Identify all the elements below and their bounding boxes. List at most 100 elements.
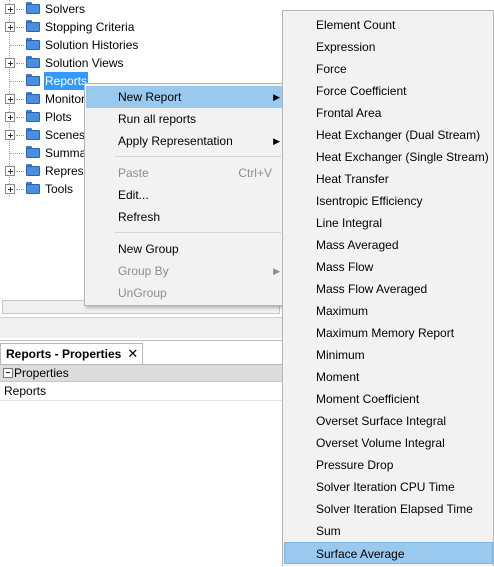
- submenu-item-solver-iteration-elapsed-time[interactable]: Solver Iteration Elapsed Time: [284, 498, 493, 520]
- context-menu: New Report ▶ Run all reports Apply Repre…: [84, 83, 286, 306]
- menu-separator: [115, 232, 281, 233]
- folder-icon: [26, 38, 40, 50]
- submenu-item-element-count[interactable]: Element Count: [284, 14, 493, 36]
- expand-icon[interactable]: [5, 58, 15, 68]
- tab-reports-properties[interactable]: Reports - Properties ✕: [0, 343, 144, 364]
- submenu-item-mass-flow[interactable]: Mass Flow: [284, 256, 493, 278]
- menu-item-apply-representation[interactable]: Apply Representation ▶: [86, 130, 284, 152]
- submenu-item-force[interactable]: Force: [284, 58, 493, 80]
- submenu-item-isentropic-efficiency[interactable]: Isentropic Efficiency: [284, 190, 493, 212]
- submenu-item-label: Solver Iteration CPU Time: [316, 480, 455, 494]
- submenu-item-pressure-drop[interactable]: Pressure Drop: [284, 454, 493, 476]
- menu-item-refresh[interactable]: Refresh: [86, 206, 284, 228]
- submenu-item-label: Mass Flow Averaged: [316, 282, 428, 296]
- folder-icon: [26, 146, 40, 158]
- folder-icon: [26, 56, 40, 68]
- tree-item-label: Plots: [45, 110, 72, 124]
- folder-icon: [26, 110, 40, 122]
- collapse-icon[interactable]: [3, 368, 13, 378]
- new-report-submenu: Element Count Expression Force Force Coe…: [282, 10, 494, 566]
- menu-item-label: Edit...: [118, 188, 149, 202]
- tree-item-label: Solution Histories: [45, 38, 139, 52]
- expand-icon[interactable]: [5, 184, 15, 194]
- submenu-item-expression[interactable]: Expression: [284, 36, 493, 58]
- close-icon[interactable]: ✕: [127, 346, 138, 361]
- folder-icon: [26, 92, 40, 104]
- tree-item-label: Solvers: [45, 2, 86, 16]
- submenu-item-maximum[interactable]: Maximum: [284, 300, 493, 322]
- submenu-item-label: Line Integral: [316, 216, 383, 230]
- menu-item-new-group[interactable]: New Group: [86, 238, 284, 260]
- submenu-item-sum[interactable]: Sum: [284, 520, 493, 542]
- submenu-item-surface-average[interactable]: Surface Average: [284, 542, 493, 564]
- submenu-item-label: Force: [316, 62, 347, 76]
- menu-item-label: Group By: [118, 264, 169, 278]
- submenu-item-overset-surface-integral[interactable]: Overset Surface Integral: [284, 410, 493, 432]
- properties-section-header[interactable]: Properties: [0, 364, 282, 382]
- expand-icon[interactable]: [5, 94, 15, 104]
- submenu-item-label: Force Coefficient: [316, 84, 407, 98]
- submenu-item-label: Sum: [316, 524, 341, 538]
- chevron-right-icon: ▶: [273, 136, 280, 146]
- folder-icon: [26, 182, 40, 194]
- submenu-item-label: Heat Exchanger (Dual Stream): [316, 128, 481, 142]
- tree-item-solution-views[interactable]: Solution Views: [0, 54, 282, 72]
- submenu-item-moment-coefficient[interactable]: Moment Coefficient: [284, 388, 493, 410]
- menu-item-paste[interactable]: Paste Ctrl+V: [86, 162, 284, 184]
- submenu-item-moment[interactable]: Moment: [284, 366, 493, 388]
- menu-item-group-by[interactable]: Group By ▶: [86, 260, 284, 282]
- tree-footer-band: [0, 317, 282, 338]
- submenu-item-mass-averaged[interactable]: Mass Averaged: [284, 234, 493, 256]
- tree-item-label: Scenes: [45, 128, 86, 142]
- submenu-item-maximum-memory-report[interactable]: Maximum Memory Report: [284, 322, 493, 344]
- expand-icon[interactable]: [5, 166, 15, 176]
- submenu-item-label: Mass Flow: [316, 260, 374, 274]
- submenu-item-solver-iteration-cpu-time[interactable]: Solver Iteration CPU Time: [284, 476, 493, 498]
- submenu-item-label: Maximum Memory Report: [316, 326, 455, 340]
- expand-icon[interactable]: [5, 22, 15, 32]
- tree-item-label: Solution Views: [45, 56, 124, 70]
- chevron-right-icon: ▶: [273, 266, 280, 276]
- menu-item-edit[interactable]: Edit...: [86, 184, 284, 206]
- submenu-item-force-coefficient[interactable]: Force Coefficient: [284, 80, 493, 102]
- menu-item-label: Refresh: [118, 210, 161, 224]
- submenu-item-frontal-area[interactable]: Frontal Area: [284, 102, 493, 124]
- menu-item-new-report[interactable]: New Report ▶: [86, 86, 284, 108]
- submenu-item-label: Overset Surface Integral: [316, 414, 447, 428]
- chevron-right-icon: ▶: [273, 92, 280, 102]
- submenu-item-label: Solver Iteration Elapsed Time: [316, 502, 473, 516]
- expand-icon[interactable]: [5, 4, 15, 14]
- submenu-item-label: Maximum: [316, 304, 369, 318]
- tab-label: Reports - Properties: [6, 347, 122, 361]
- folder-icon: [26, 20, 40, 32]
- section-label: Properties: [14, 366, 69, 380]
- properties-row[interactable]: Reports: [0, 382, 282, 401]
- submenu-item-heat-exchanger-single[interactable]: Heat Exchanger (Single Stream): [284, 146, 493, 168]
- submenu-item-heat-transfer[interactable]: Heat Transfer: [284, 168, 493, 190]
- submenu-item-heat-exchanger-dual[interactable]: Heat Exchanger (Dual Stream): [284, 124, 493, 146]
- menu-item-shortcut: Ctrl+V: [238, 166, 272, 180]
- properties-panel: Reports - Properties ✕ Properties Reports: [0, 340, 282, 567]
- submenu-item-line-integral[interactable]: Line Integral: [284, 212, 493, 234]
- tree-item-label: Stopping Criteria: [45, 20, 135, 34]
- tree-item-solution-histories[interactable]: Solution Histories: [0, 36, 282, 54]
- submenu-item-label: Pressure Drop: [316, 458, 394, 472]
- menu-item-ungroup[interactable]: UnGroup: [86, 282, 284, 304]
- tree-item-stopping-criteria[interactable]: Stopping Criteria: [0, 18, 282, 36]
- submenu-item-label: Moment Coefficient: [316, 392, 420, 406]
- menu-item-run-all-reports[interactable]: Run all reports: [86, 108, 284, 130]
- submenu-item-mass-flow-averaged[interactable]: Mass Flow Averaged: [284, 278, 493, 300]
- submenu-item-label: Overset Volume Integral: [316, 436, 445, 450]
- expand-icon[interactable]: [5, 112, 15, 122]
- submenu-item-label: Frontal Area: [316, 106, 382, 120]
- expand-icon[interactable]: [5, 130, 15, 140]
- tree-item-solvers[interactable]: Solvers: [0, 0, 282, 18]
- menu-item-label: Apply Representation: [118, 134, 233, 148]
- submenu-item-label: Heat Transfer: [316, 172, 389, 186]
- submenu-item-label: Moment: [316, 370, 360, 384]
- submenu-item-overset-volume-integral[interactable]: Overset Volume Integral: [284, 432, 493, 454]
- submenu-item-minimum[interactable]: Minimum: [284, 344, 493, 366]
- menu-separator: [115, 156, 281, 157]
- submenu-item-label: Element Count: [316, 18, 396, 32]
- menu-item-label: New Group: [118, 242, 179, 256]
